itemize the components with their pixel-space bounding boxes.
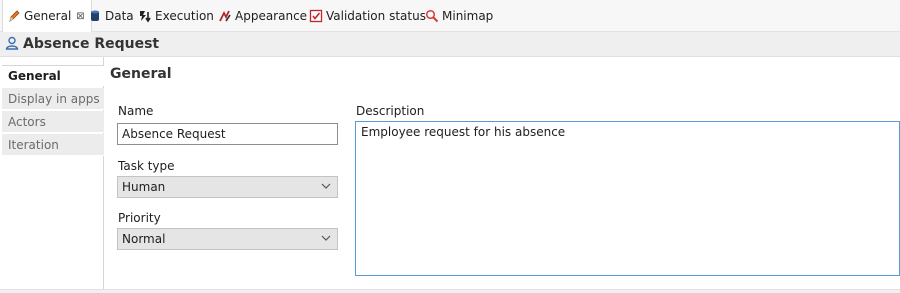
chevron-down-icon <box>321 180 331 195</box>
tab-appearance-label: Appearance <box>235 9 308 23</box>
page-title: Absence Request <box>23 36 160 52</box>
name-field[interactable]: Absence Request <box>117 123 338 145</box>
priority-label: Priority <box>118 211 161 225</box>
tab-general[interactable]: General ⊠ <box>2 0 92 32</box>
task-type-label: Task type <box>118 159 175 173</box>
database-icon <box>88 9 102 23</box>
execution-icon <box>138 9 152 23</box>
tab-validation-label: Validation status <box>326 9 426 23</box>
priority-value: Normal <box>122 232 166 246</box>
magnifier-icon <box>425 9 439 23</box>
tab-minimap[interactable]: Minimap <box>425 0 493 32</box>
priority-select[interactable]: Normal <box>117 228 338 250</box>
side-tab-general[interactable]: General <box>2 65 104 86</box>
tab-general-label: General <box>24 9 72 23</box>
description-textarea[interactable]: Employee request for his absence <box>355 121 900 276</box>
side-tab-iteration[interactable]: Iteration <box>2 134 104 156</box>
brush-icon <box>218 9 232 23</box>
side-tab-display-in-apps[interactable]: Display in apps <box>2 88 104 110</box>
chevron-down-icon <box>321 232 331 247</box>
side-tab-list: General Display in apps Actors Iteration <box>0 57 104 293</box>
section-title: General <box>110 66 172 82</box>
side-tab-actors[interactable]: Actors <box>2 111 104 133</box>
editor-header: Absence Request <box>0 32 900 57</box>
name-label: Name <box>118 104 154 118</box>
tab-data[interactable]: Data <box>88 0 134 32</box>
bottom-border <box>0 289 900 293</box>
task-type-select[interactable]: Human <box>117 176 338 198</box>
tab-appearance[interactable]: Appearance <box>218 0 307 32</box>
user-icon <box>5 36 19 53</box>
tab-execution-label: Execution <box>155 9 214 23</box>
tab-validation-status[interactable]: Validation status <box>309 0 426 32</box>
pencil-icon <box>7 9 21 23</box>
close-tab-icon[interactable]: ⊠ <box>76 11 84 22</box>
tab-minimap-label: Minimap <box>442 9 494 23</box>
tab-execution[interactable]: Execution <box>138 0 214 32</box>
description-label: Description <box>356 104 425 118</box>
editor-tab-bar: General ⊠ Data Execution Appearance Vali… <box>0 0 900 32</box>
check-box-icon <box>309 9 323 23</box>
task-type-value: Human <box>122 180 166 194</box>
tab-data-label: Data <box>105 9 134 23</box>
